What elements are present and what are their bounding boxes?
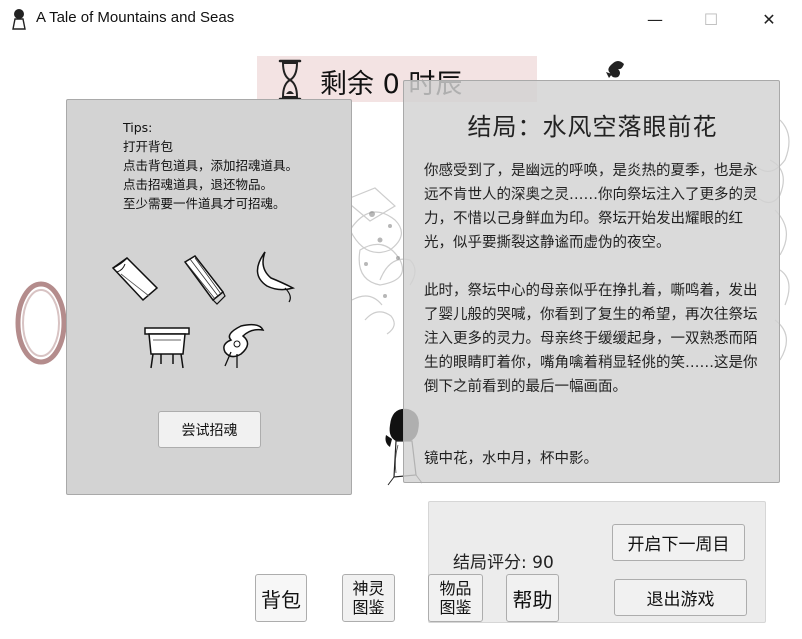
bamboo-scroll-icon[interactable] xyxy=(107,252,163,308)
bag-button[interactable]: 背包 xyxy=(255,574,307,622)
jade-ornament-icon[interactable] xyxy=(211,316,267,372)
ending-paragraph: 此时，祭坛中心的母亲似乎在挣扎着，嘶鸣着，发出了婴儿般的哭喊，你看到了复生的希望… xyxy=(424,283,758,395)
tips-heading: Tips: xyxy=(123,120,153,135)
title-bar: A Tale of Mountains and Seas — ☐ ✕ xyxy=(0,0,802,38)
next-cycle-button[interactable]: 开启下一周目 xyxy=(612,524,745,561)
ending-score: 结局评分: 90 xyxy=(453,553,554,573)
tips-panel: Tips: 打开背包 点击背包道具，添加招魂道具。 点击招魂道具，退还物品。 至… xyxy=(66,99,352,495)
ending-text: 你感受到了，是幽远的呼唤，是炎热的夏季，也是永远不肯世人的深奥之灵……你向祭坛注… xyxy=(424,159,768,471)
exit-game-button[interactable]: 退出游戏 xyxy=(614,579,747,616)
help-button[interactable]: 帮助 xyxy=(506,574,559,622)
close-button[interactable]: ✕ xyxy=(746,0,792,38)
ending-panel: 结局：水风空落眼前花 你感受到了，是幽远的呼唤，是炎热的夏季，也是永远不肯世人的… xyxy=(403,80,780,483)
deity-codex-label-1: 神灵 xyxy=(352,579,385,598)
ending-paragraph: 镜中花，水中月，杯中影。 xyxy=(424,451,598,467)
window-title: A Tale of Mountains and Seas xyxy=(36,9,235,26)
ending-title: 结局：水风空落眼前花 xyxy=(467,113,718,141)
item-codex-label-2: 图鉴 xyxy=(439,598,472,617)
ending-paragraph: 你感受到了，是幽远的呼唤，是炎热的夏季，也是永远不肯世人的深奥之灵……你向祭坛注… xyxy=(424,163,758,251)
maximize-button[interactable]: ☐ xyxy=(688,0,734,38)
portal-ring[interactable] xyxy=(14,280,68,366)
bamboo-slips-icon[interactable] xyxy=(177,250,233,306)
deity-codex-label-2: 图鉴 xyxy=(352,598,385,617)
bronze-cauldron-icon[interactable] xyxy=(139,318,195,374)
item-codex-button[interactable]: 物品 图鉴 xyxy=(428,574,483,622)
app-icon xyxy=(12,9,26,30)
tips-line: 至少需要一件道具才可招魂。 xyxy=(123,196,286,211)
try-summon-button[interactable]: 尝试招魂 xyxy=(158,411,261,448)
deity-codex-button[interactable]: 神灵 图鉴 xyxy=(342,574,395,622)
tips-line: 点击背包道具，添加招魂道具。 xyxy=(123,158,299,173)
hourglass-icon xyxy=(278,59,302,101)
tips-text: Tips: 打开背包 点击背包道具，添加招魂道具。 点击招魂道具，退还物品。 至… xyxy=(123,118,298,213)
tips-line: 点击招魂道具，退还物品。 xyxy=(123,177,274,192)
tips-line: 打开背包 xyxy=(123,139,174,154)
minimize-button[interactable]: — xyxy=(632,0,678,38)
feather-leaf-icon[interactable] xyxy=(245,248,301,304)
item-codex-label-1: 物品 xyxy=(439,579,472,598)
